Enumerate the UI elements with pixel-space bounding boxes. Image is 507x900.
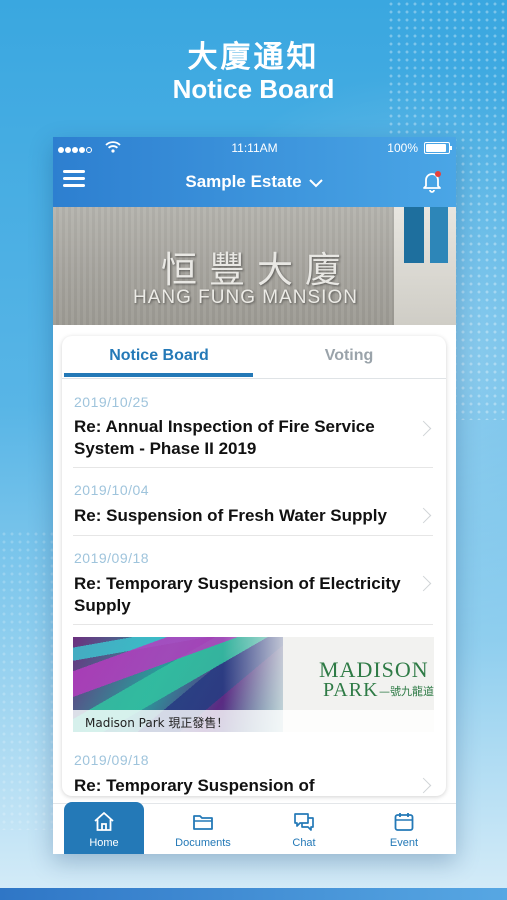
ad-brand-sub: —號九龍道 [379, 685, 434, 698]
notice-date: 2019/09/18 [74, 550, 150, 566]
tab-strip: Notice Board Voting [62, 336, 446, 379]
notice-title: Re: Temporary Suspension of [74, 776, 315, 795]
notice-date: 2019/09/18 [74, 752, 150, 768]
ad-caption: Madison Park 現正發售！ [85, 716, 229, 730]
status-bar: 11:11AM 100% [53, 137, 456, 159]
tab-documents[interactable]: Documents [163, 804, 243, 854]
notice-title: Re: Temporary Suspension of Electricity … [74, 574, 401, 615]
tab-home[interactable]: Home [64, 802, 144, 854]
notice-date: 2019/10/25 [74, 394, 150, 410]
promo-title-english: Notice Board [172, 74, 335, 104]
chevron-right-icon [415, 575, 432, 592]
estate-selector[interactable]: Sample Estate [53, 172, 456, 193]
chat-icon [294, 813, 314, 831]
notice-title: Re: Suspension of Fresh Water Supply [74, 506, 387, 525]
notice-item[interactable]: 2019/10/04 Re: Suspension of Fresh Water… [73, 468, 433, 536]
ad-brand-line2: PARK [323, 679, 379, 701]
active-tab-indicator [64, 373, 253, 377]
building-window [394, 207, 456, 325]
battery-percent: 100% [387, 141, 418, 155]
tab-documents-label: Documents [175, 837, 231, 849]
building-name-chinese: 恒豐大廈 [161, 250, 354, 291]
notice-item[interactable]: 2019/10/25 Re: Annual Inspection of Fire… [73, 378, 433, 468]
calendar-icon [394, 813, 414, 831]
tab-home-label: Home [89, 837, 119, 849]
bell-icon[interactable] [420, 169, 444, 193]
ad-caption-bar: Madison Park 現正發售！ [73, 710, 434, 732]
home-icon [94, 812, 114, 831]
notice-title: Re: Annual Inspection of Fire Service Sy… [74, 417, 375, 458]
chevron-right-icon [415, 507, 432, 524]
bottom-strip [0, 888, 507, 900]
notice-date: 2019/10/04 [74, 482, 150, 498]
building-banner-image: 恒豐大廈 HANG FUNG MANSION [53, 207, 456, 325]
app-header: 11:11AM 100% Sample Estate [53, 137, 456, 207]
chevron-right-icon [415, 420, 432, 437]
battery-icon [424, 142, 452, 154]
building-name-english: HANG FUNG MANSION [133, 287, 358, 308]
notice-item[interactable]: 2019/09/18 Re: Temporary Suspension of E… [73, 536, 433, 625]
estate-name: Sample Estate [185, 172, 302, 191]
tab-chat-label: Chat [292, 837, 316, 849]
tab-chat[interactable]: Chat [264, 804, 344, 854]
notice-card: Notice Board Voting 2019/10/25 Re: Annua… [62, 336, 446, 796]
tab-event-label: Event [389, 837, 419, 849]
tab-event[interactable]: Event [364, 804, 444, 854]
tab-notice-board[interactable]: Notice Board [64, 347, 254, 365]
chevron-down-icon [308, 173, 324, 193]
advertisement-banner[interactable]: MADISON PARK —號九龍道 Madison Park 現正發售！ [73, 637, 434, 732]
tab-voting[interactable]: Voting [254, 347, 444, 365]
notice-item[interactable]: 2019/09/18 Re: Temporary Suspension of [73, 738, 433, 796]
bottom-tab-bar: Home Documents Chat Event [53, 802, 456, 854]
promo-title-chinese: 大廈通知 [187, 40, 320, 75]
phone-screen: 11:11AM 100% Sample Estate 恒豐大廈 HANG FUN… [53, 137, 456, 854]
chevron-right-icon [415, 777, 432, 794]
folder-icon [193, 815, 213, 830]
